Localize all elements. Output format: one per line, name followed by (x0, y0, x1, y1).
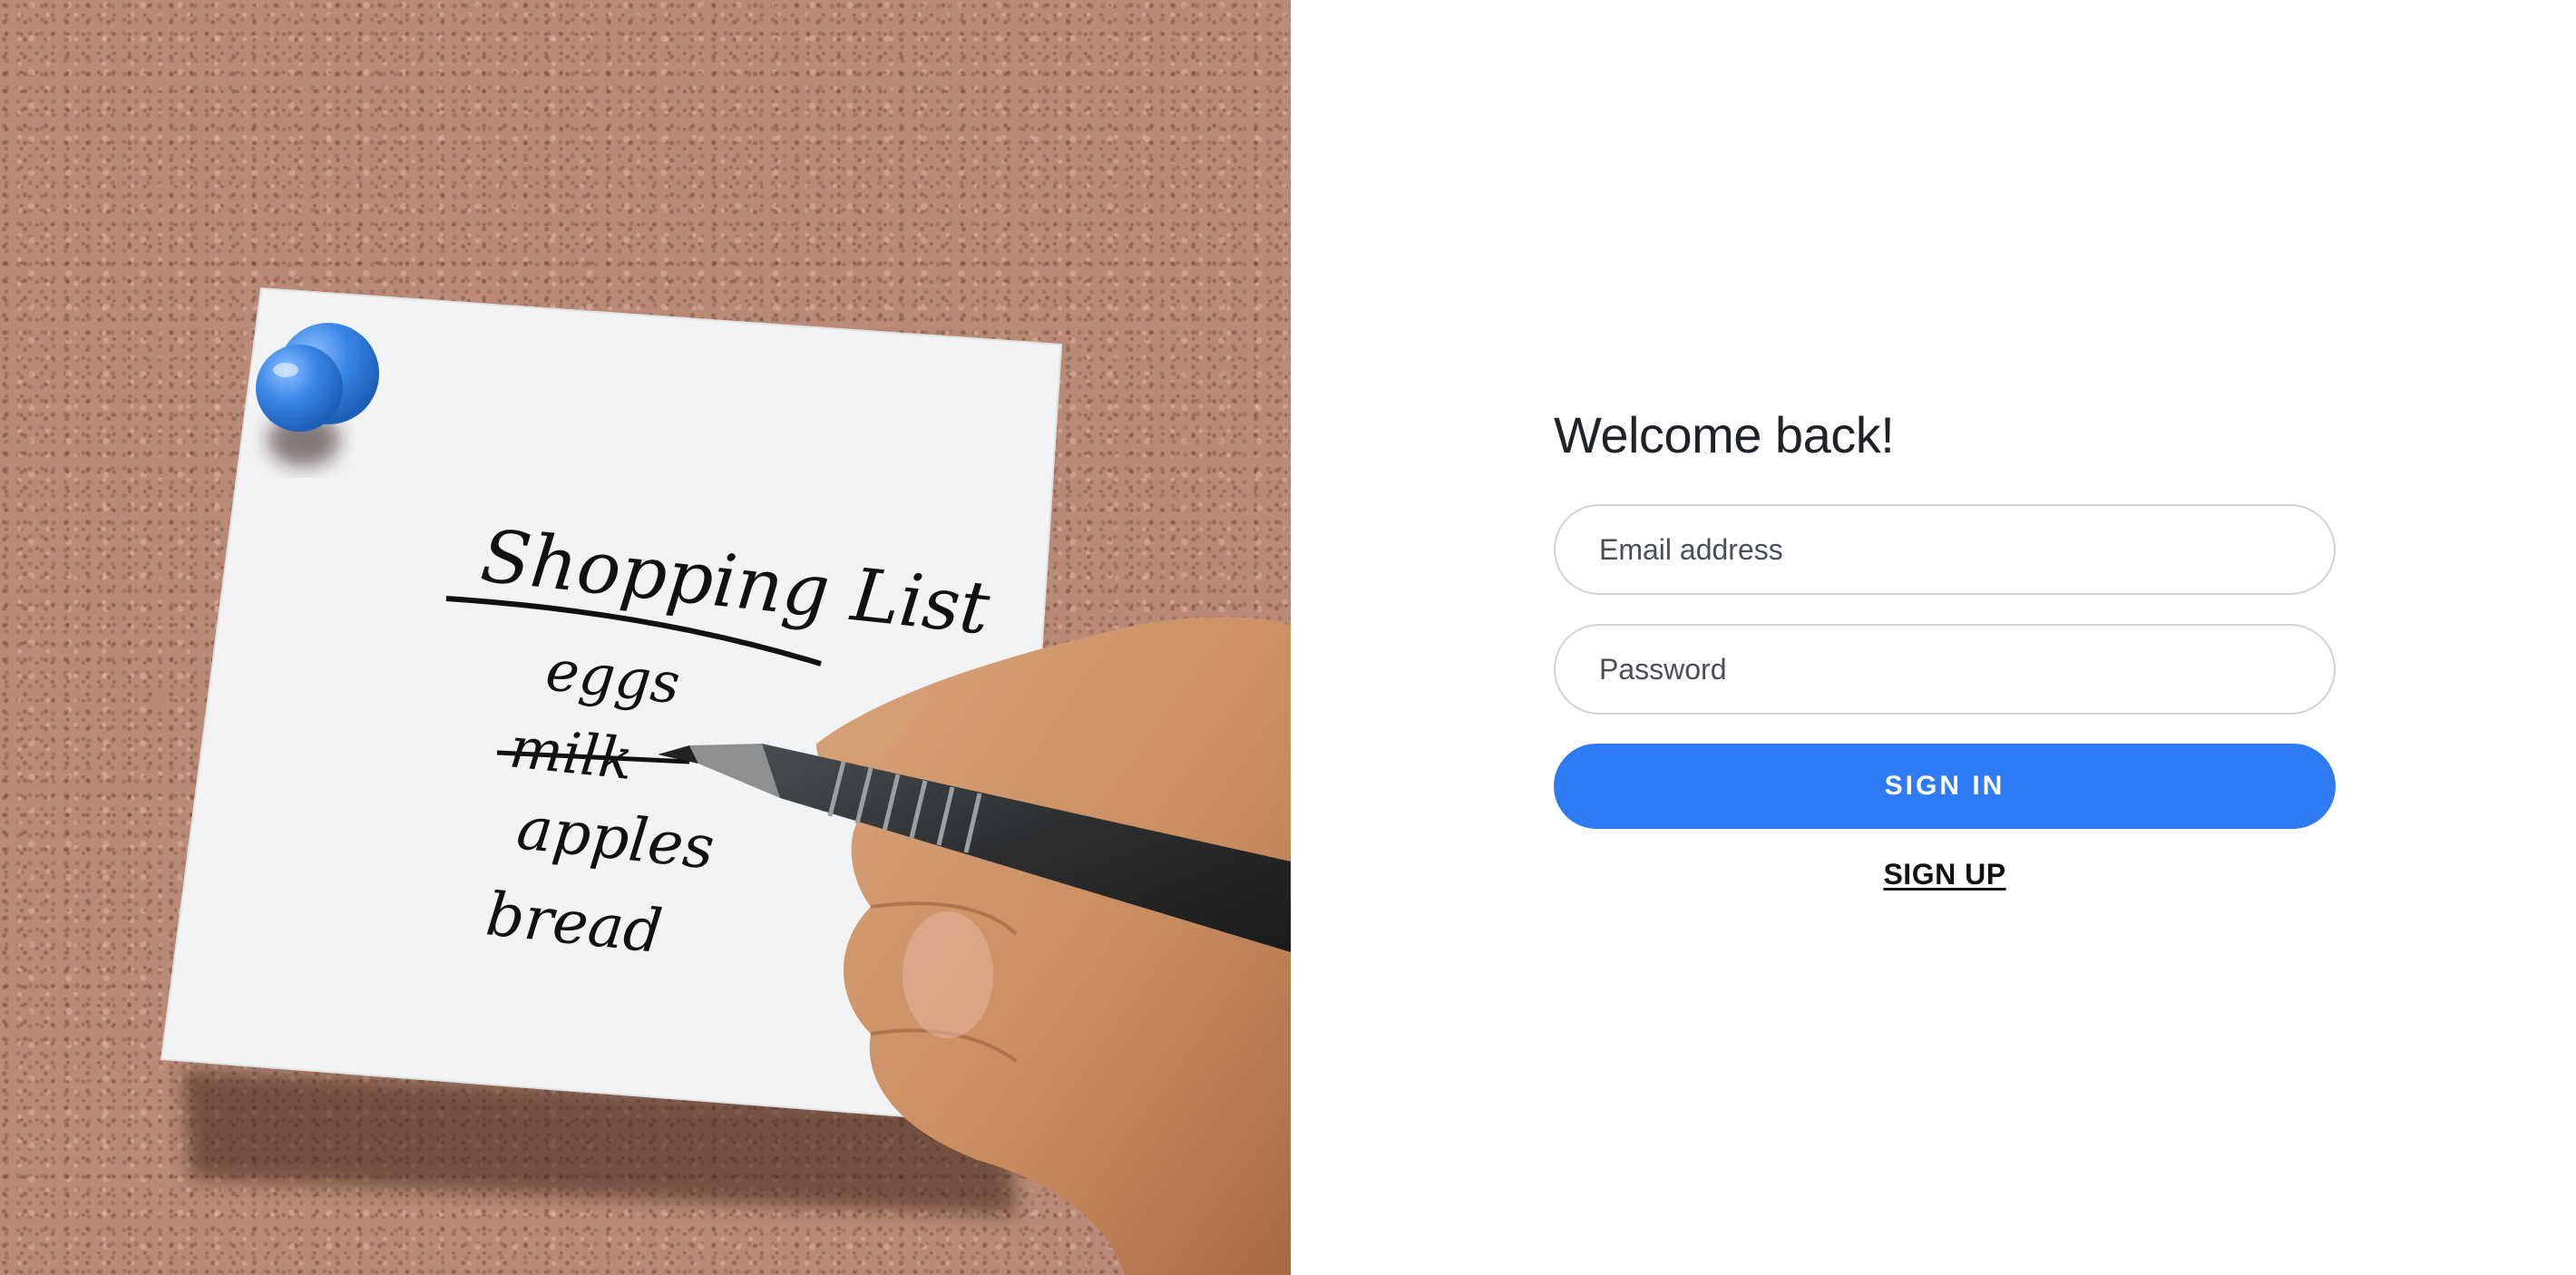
password-field[interactable] (1554, 624, 2336, 715)
sign-in-button[interactable]: SIGN IN (1554, 744, 2336, 829)
page-title: Welcome back! (1554, 406, 1895, 463)
note-item-eggs: eggs (542, 637, 683, 716)
shopping-list-illustration: Shopping List eggs milk apples bread (160, 287, 1291, 1275)
email-field[interactable] (1554, 504, 2336, 595)
sign-up-link[interactable]: SIGN UP (1883, 858, 2005, 891)
sign-up-container: SIGN UP (1554, 858, 2336, 891)
login-panel: Welcome back! SIGN IN SIGN UP (1291, 0, 2576, 1275)
login-form: Welcome back! SIGN IN SIGN UP (1554, 399, 2336, 891)
login-page: Shopping List eggs milk apples bread Wel… (0, 0, 2576, 1275)
hero-image: Shopping List eggs milk apples bread (0, 0, 1291, 1275)
push-pin-front (256, 345, 343, 432)
